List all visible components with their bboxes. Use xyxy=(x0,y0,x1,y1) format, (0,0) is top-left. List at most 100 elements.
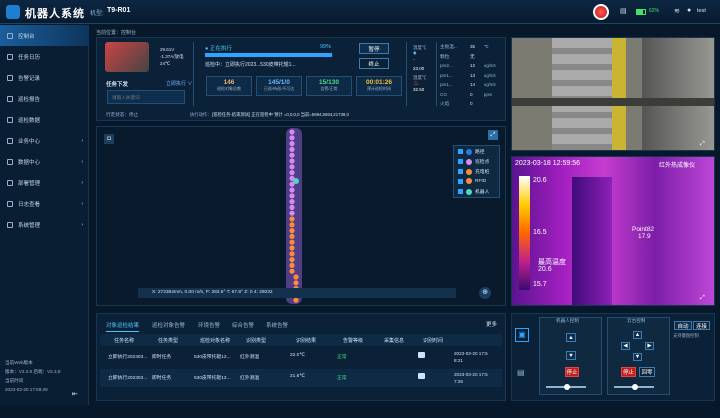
robot-marker[interactable] xyxy=(293,178,299,184)
inspection-point[interactable] xyxy=(289,141,295,147)
legend-checkbox[interactable] xyxy=(458,169,463,174)
inspection-point[interactable] xyxy=(289,228,295,234)
sidebar-item-6[interactable]: 数据中心 › xyxy=(0,151,89,172)
sidebar-item-5[interactable]: 业务中心 › xyxy=(0,130,89,151)
cell-level: 正常 xyxy=(337,355,347,360)
thermal-fullscreen-icon[interactable]: ⤢ xyxy=(700,295,705,302)
inspection-point[interactable] xyxy=(293,280,299,286)
legend-label: 巡检点 xyxy=(475,160,490,165)
map-canvas[interactable] xyxy=(96,126,506,306)
model-label: 机型: xyxy=(90,11,104,17)
image-icon[interactable] xyxy=(418,373,425,379)
env-key: CO xyxy=(440,91,447,97)
backward-button[interactable]: ▼ xyxy=(566,351,576,360)
image-icon[interactable] xyxy=(418,352,425,358)
auto-mode-button[interactable]: 自动 xyxy=(674,321,692,330)
forward-button[interactable]: ▲ xyxy=(566,333,576,342)
model-value: T9-R01 xyxy=(107,7,131,14)
execute-dropdown[interactable]: 立即执行 ∨ xyxy=(166,80,192,87)
inspection-point[interactable] xyxy=(289,146,295,152)
ptz-up-button[interactable]: ▲ xyxy=(633,331,642,339)
visible-camera[interactable] xyxy=(511,37,715,151)
inspection-point[interactable] xyxy=(289,199,295,205)
inspection-point[interactable] xyxy=(289,152,295,158)
sidebar-item-1[interactable]: 任务日历 xyxy=(0,46,89,67)
ptz-left-button[interactable]: ◀ xyxy=(621,342,630,350)
inspection-point[interactable] xyxy=(289,251,295,257)
connect-button[interactable]: 连接 xyxy=(693,321,710,330)
tab-2[interactable]: 环境告警 xyxy=(198,321,220,329)
inspection-point[interactable] xyxy=(289,245,295,251)
more-link[interactable]: 更多 xyxy=(486,320,497,328)
legend-item[interactable]: 巡检点 xyxy=(458,158,489,165)
legend-item[interactable]: 路径 xyxy=(458,148,485,155)
legend-item[interactable]: 机器人 xyxy=(458,188,489,195)
inspection-point[interactable] xyxy=(289,164,295,170)
alarm-button[interactable] xyxy=(593,4,609,20)
tab-1[interactable]: 巡检对象告警 xyxy=(152,321,185,329)
inspection-point[interactable] xyxy=(289,239,295,245)
inspection-point[interactable] xyxy=(289,210,295,216)
inspection-point[interactable] xyxy=(289,216,295,222)
pause-button[interactable]: 暂停 xyxy=(359,43,389,54)
battery-icon xyxy=(636,9,646,15)
legend-item[interactable]: 充电桩 xyxy=(458,168,489,175)
env-value: 0 xyxy=(470,91,473,97)
scale-mid: 16.5 xyxy=(533,229,547,236)
inspection-point[interactable] xyxy=(289,187,295,193)
display-mode-icon[interactable]: ▤ xyxy=(517,368,525,377)
sidebar-item-2[interactable]: 告警记录 xyxy=(0,67,89,88)
inspection-point[interactable] xyxy=(293,297,299,303)
sidebar-item-8[interactable]: 日志查看 › xyxy=(0,193,89,214)
cell-obj: 530皮带托辊12... xyxy=(194,376,231,381)
inspection-point[interactable] xyxy=(289,262,295,268)
inspection-point[interactable] xyxy=(293,274,299,280)
legend-checkbox[interactable] xyxy=(458,178,463,184)
tab-0[interactable]: 对象巡检结果 xyxy=(106,321,140,332)
ptz-reset-button[interactable]: 回零 xyxy=(639,367,655,377)
robot-stop-button[interactable]: 停止 xyxy=(565,367,579,377)
ptz-down-button[interactable]: ▼ xyxy=(633,353,642,361)
speed-slider[interactable] xyxy=(546,384,586,390)
stop-button[interactable]: 终止 xyxy=(359,58,389,69)
inspection-point[interactable] xyxy=(289,170,295,176)
legend-checkbox[interactable] xyxy=(458,149,463,154)
ptz-stop-button[interactable]: 停止 xyxy=(621,367,636,377)
inspection-point[interactable] xyxy=(289,204,295,210)
inspection-point[interactable] xyxy=(289,222,295,228)
sidebar-item-3[interactable]: 巡检报告 xyxy=(0,88,89,109)
ptz-right-button[interactable]: ▶ xyxy=(645,342,654,350)
locate-button[interactable]: ⊕ xyxy=(479,287,491,299)
collapse-icon[interactable]: ⇤ xyxy=(72,390,78,398)
user-icon[interactable]: ● xyxy=(687,7,691,14)
tab-3[interactable]: 综合告警 xyxy=(232,321,254,329)
stat-card: 146 巡检对象总数 xyxy=(206,76,252,96)
inspection-point[interactable] xyxy=(289,129,295,135)
nav-icon xyxy=(7,32,13,39)
legend-checkbox[interactable] xyxy=(458,189,463,194)
inspection-point[interactable] xyxy=(289,158,295,164)
robot-mode-icon[interactable]: ▣ xyxy=(515,328,529,342)
cell-type: 即时任务 xyxy=(152,355,172,360)
thermal-belt xyxy=(572,177,612,305)
inspection-point[interactable] xyxy=(289,135,295,141)
inspection-point[interactable] xyxy=(289,257,295,263)
sidebar-item-9[interactable]: 系统管理 › xyxy=(0,214,89,235)
sidebar-item-0[interactable]: 控制台 xyxy=(0,25,89,46)
ptz-speed-slider[interactable] xyxy=(614,384,654,390)
tab-4[interactable]: 系统告警 xyxy=(266,321,288,329)
app-logo xyxy=(6,5,20,19)
ptz-control-title: 云台控制 xyxy=(627,318,646,323)
inspection-point[interactable] xyxy=(289,268,295,274)
username[interactable]: test xyxy=(697,8,706,14)
thermal-title: 红外热成像仪 xyxy=(659,163,696,169)
camera-fullscreen-icon[interactable]: ⤢ xyxy=(700,141,705,148)
breadcrumb: 当前位置：控制台 xyxy=(96,30,137,36)
legend-item[interactable]: RFID xyxy=(458,178,486,184)
sidebar-item-7[interactable]: 部署管理 › xyxy=(0,172,89,193)
sidebar-item-4[interactable]: 巡检数据 xyxy=(0,109,89,130)
inspection-point[interactable] xyxy=(289,193,295,199)
keyword-input[interactable] xyxy=(107,90,185,104)
inspection-point[interactable] xyxy=(289,233,295,239)
legend-checkbox[interactable] xyxy=(458,159,463,164)
